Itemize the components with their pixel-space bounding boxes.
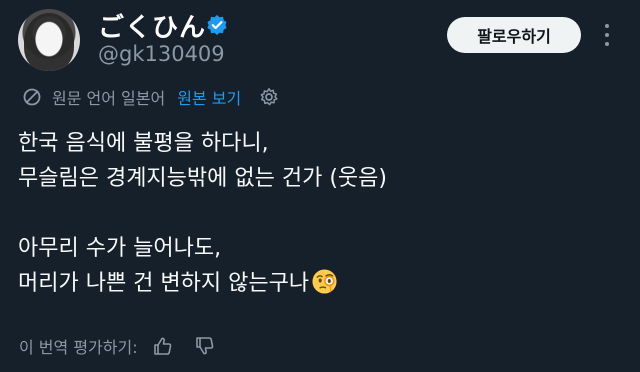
translate-globe-icon	[23, 88, 41, 106]
user-handle[interactable]: @gk130409	[98, 42, 225, 66]
verified-badge-icon	[207, 15, 227, 35]
source-language-label: 원문 언어 일본어	[52, 89, 166, 108]
display-name[interactable]: ごくひん	[98, 7, 206, 44]
gear-icon[interactable]	[259, 87, 279, 107]
tweet-body: 한국 음식에 불평을 하다니, 무슬림은 경계지능밖에 없는 건가 (웃음) 아…	[18, 126, 578, 301]
tweet-line: 머리가 나쁜 건 변하지 않는구나	[18, 271, 310, 296]
translation-bar: 원문 언어 일본어 원본 보기	[22, 84, 279, 110]
rate-translation-label: 이 번역 평가하기:	[19, 338, 138, 357]
tweet-line: 아무리 수가 늘어나도,	[18, 236, 222, 261]
thumbs-up-icon[interactable]	[152, 335, 174, 357]
avatar[interactable]	[18, 9, 80, 71]
more-vertical-icon[interactable]	[600, 24, 614, 46]
thumbs-down-icon[interactable]	[194, 335, 216, 357]
tweet-line: 무슬림은 경계지능밖에 없는 건가 (웃음)	[18, 166, 387, 191]
tweet-line: 한국 음식에 불평을 하다니,	[18, 131, 269, 156]
tweet-line-with-emoji: 머리가 나쁜 건 변하지 않는구나	[18, 266, 578, 301]
show-original-link[interactable]: 원본 보기	[177, 85, 241, 109]
face-with-monocle-emoji	[312, 269, 337, 294]
rate-translation-bar: 이 번역 평가하기:	[19, 334, 216, 358]
follow-button[interactable]: 팔로우하기	[447, 17, 581, 53]
